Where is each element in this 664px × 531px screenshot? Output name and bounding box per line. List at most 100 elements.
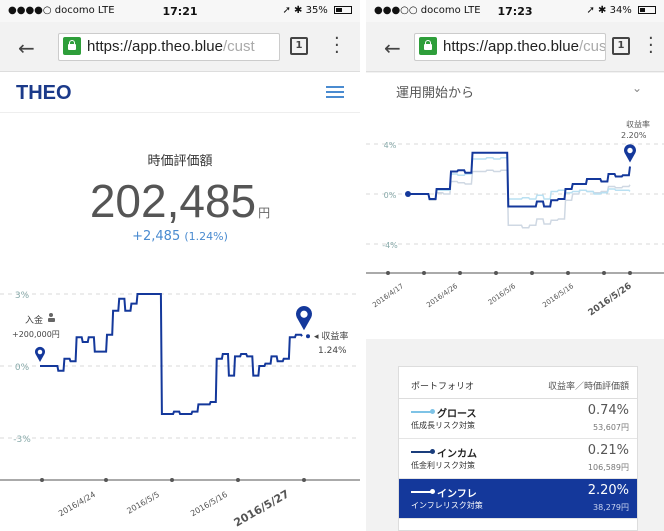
gridlines: 4% 0% -4% — [366, 141, 664, 250]
pin-hole — [627, 147, 633, 154]
status-icons: ➚ ✱ 34% — [586, 5, 656, 16]
portfolio-row-inflation[interactable]: インフレ インフレリスク対策 2.20% 38,279円 — [399, 479, 637, 519]
x-tick-label: 2016/4/17 — [371, 282, 405, 309]
pin-hole — [37, 349, 43, 355]
battery-level — [640, 8, 646, 12]
portfolio-name: グロース — [437, 409, 477, 420]
back-arrow-icon[interactable]: ← — [384, 36, 401, 60]
address-bar[interactable]: https://app.theo.blue/cus — [414, 33, 606, 61]
performance-chart[interactable]: 3% 0% -3% 2016/4/24 2016/5/5 2016/5/16 2016/5/… — [0, 270, 360, 531]
site-header: THEO — [0, 73, 360, 113]
change-amount: +2,485 — [132, 229, 181, 244]
deposit-label: 入金 — [25, 314, 43, 326]
pin-hole — [300, 310, 308, 318]
pin-body — [624, 144, 636, 163]
end-point — [306, 334, 310, 339]
y-tick-label: 0% — [384, 191, 397, 200]
browser-toolbar: ← https://app.theo.blue/cus 1 · · · — [366, 22, 664, 72]
valuation-label: 時価評価額 — [147, 154, 213, 169]
y-tick-label: 3% — [15, 291, 30, 301]
address-bar[interactable]: https://app.theo.blue/cust — [58, 33, 280, 61]
x-tick-label: 2016/5/16 — [189, 490, 229, 518]
overflow-menu-icon[interactable]: · · · — [648, 30, 654, 62]
x-axis-dot — [104, 478, 108, 482]
portfolio-return: 0.74% — [587, 403, 629, 418]
back-arrow-icon[interactable]: ← — [18, 36, 35, 60]
y-tick-label: -3% — [13, 435, 31, 445]
lock-icon — [419, 37, 437, 55]
x-axis-dot — [458, 271, 462, 275]
battery-percent: ➚ ✱ 35% — [282, 5, 328, 16]
portfolio-return: 0.21% — [587, 443, 629, 458]
url-path: /cust — [222, 38, 255, 55]
portfolio-table: ポートフォリオ 収益率／時価評価額 グロース 低成長リスク対策 0.74% 53… — [398, 366, 638, 531]
performance-chart[interactable]: 4% 0% -4% 収益率 2.20% 2016/4/17 2016/4/26 2016/5/… — [366, 109, 664, 339]
x-axis-dot — [422, 271, 426, 275]
chevron-down-icon: ⌄ — [631, 81, 642, 95]
x-tick-label: 2016/5/6 — [487, 282, 518, 307]
x-axis-dot — [386, 271, 390, 275]
overflow-menu-icon[interactable]: · · · — [334, 30, 340, 62]
battery-icon — [638, 6, 656, 14]
tab-switcher-icon[interactable]: 1 — [612, 37, 630, 55]
x-axis-dot — [40, 478, 44, 482]
x-axis-dot — [566, 271, 570, 275]
series-line — [40, 293, 303, 415]
x-tick-label: 2016/5/16 — [541, 282, 575, 309]
change-percent: (1.24%) — [184, 230, 228, 243]
y-tick-label: 4% — [384, 141, 397, 150]
hand-coin-icon-coin — [49, 313, 53, 317]
phone-screen-right: ●●●○○ docomo LTE 17:23 ➚ ✱ 34% ← https:/… — [366, 0, 664, 531]
portfolio-amount: 106,589円 — [587, 463, 629, 472]
portfolio-subtitle: 低成長リスク対策 — [411, 421, 475, 430]
x-axis-dot — [530, 271, 534, 275]
return-label: 収益率 — [626, 119, 650, 129]
x-axis-dot — [628, 271, 632, 275]
lock-icon — [63, 37, 81, 55]
pin-body — [35, 346, 45, 362]
theo-logo[interactable]: THEO — [16, 82, 72, 105]
legend-line-icon — [411, 449, 435, 454]
browser-toolbar: ← https://app.theo.blue/cust 1 · · · — [0, 22, 360, 72]
portfolio-name: インフレ — [437, 489, 477, 500]
x-axis-dot — [602, 271, 606, 275]
phone-screen-left: ●●●●○ docomo LTE 17:21 ➚ ✱ 35% ← https:/… — [0, 0, 360, 531]
url-host: https://app.theo.blue — [443, 38, 579, 55]
portfolio-subtitle: インフレリスク対策 — [411, 501, 483, 510]
pin-body — [296, 305, 313, 331]
valuation-change: +2,485 (1.24%) — [0, 229, 360, 244]
location-pin-icon — [624, 144, 636, 163]
portfolio-subtitle: 低金利リスク対策 — [411, 461, 475, 470]
hand-coin-icon — [48, 313, 55, 322]
x-axis-dot — [494, 271, 498, 275]
x-tick-label: 2016/4/24 — [57, 490, 97, 518]
portfolio-amount: 53,607円 — [593, 423, 629, 432]
portfolio-return: 2.20% — [587, 483, 629, 498]
return-label: ◂ 収益率 — [314, 330, 348, 342]
x-axis-dot — [170, 478, 174, 482]
portfolio-amount: 38,279円 — [593, 503, 629, 512]
tab-switcher-icon[interactable]: 1 — [290, 37, 308, 55]
y-tick-label: -4% — [382, 241, 398, 250]
valuation-amount: 202,485 円 — [0, 174, 360, 228]
return-value: 1.24% — [318, 346, 347, 356]
portfolio-header: ポートフォリオ 収益率／時価評価額 — [399, 367, 637, 399]
x-axis-dot — [236, 478, 240, 482]
hamburger-menu-icon[interactable] — [326, 86, 344, 98]
x-tick-label: 2016/4/26 — [425, 282, 459, 309]
period-select-value: 運用開始から — [396, 86, 475, 101]
valuation-value: 202,485 — [89, 175, 257, 227]
y-tick-label: 0% — [15, 363, 30, 373]
x-axis-dot — [302, 478, 306, 482]
period-select[interactable]: 運用開始から ⌄ — [366, 73, 664, 109]
return-value: 2.20% — [621, 131, 647, 140]
x-tick-label: 2016/5/27 — [232, 487, 292, 529]
hand-coin-icon-shape — [48, 318, 55, 322]
battery-percent: ➚ ✱ 34% — [586, 5, 632, 16]
portfolio-row-income[interactable]: インカム 低金利リスク対策 0.21% 106,589円 — [399, 439, 637, 479]
portfolio-row-growth[interactable]: グロース 低成長リスク対策 0.74% 53,607円 — [399, 399, 637, 439]
chart-panel: 4% 0% -4% 収益率 2.20% 2016/4/17 2016/4/26 2016/5/… — [366, 109, 664, 339]
location-pin-icon — [296, 305, 313, 331]
location-pin-icon — [35, 346, 45, 362]
url-path: /cus — [578, 38, 606, 55]
